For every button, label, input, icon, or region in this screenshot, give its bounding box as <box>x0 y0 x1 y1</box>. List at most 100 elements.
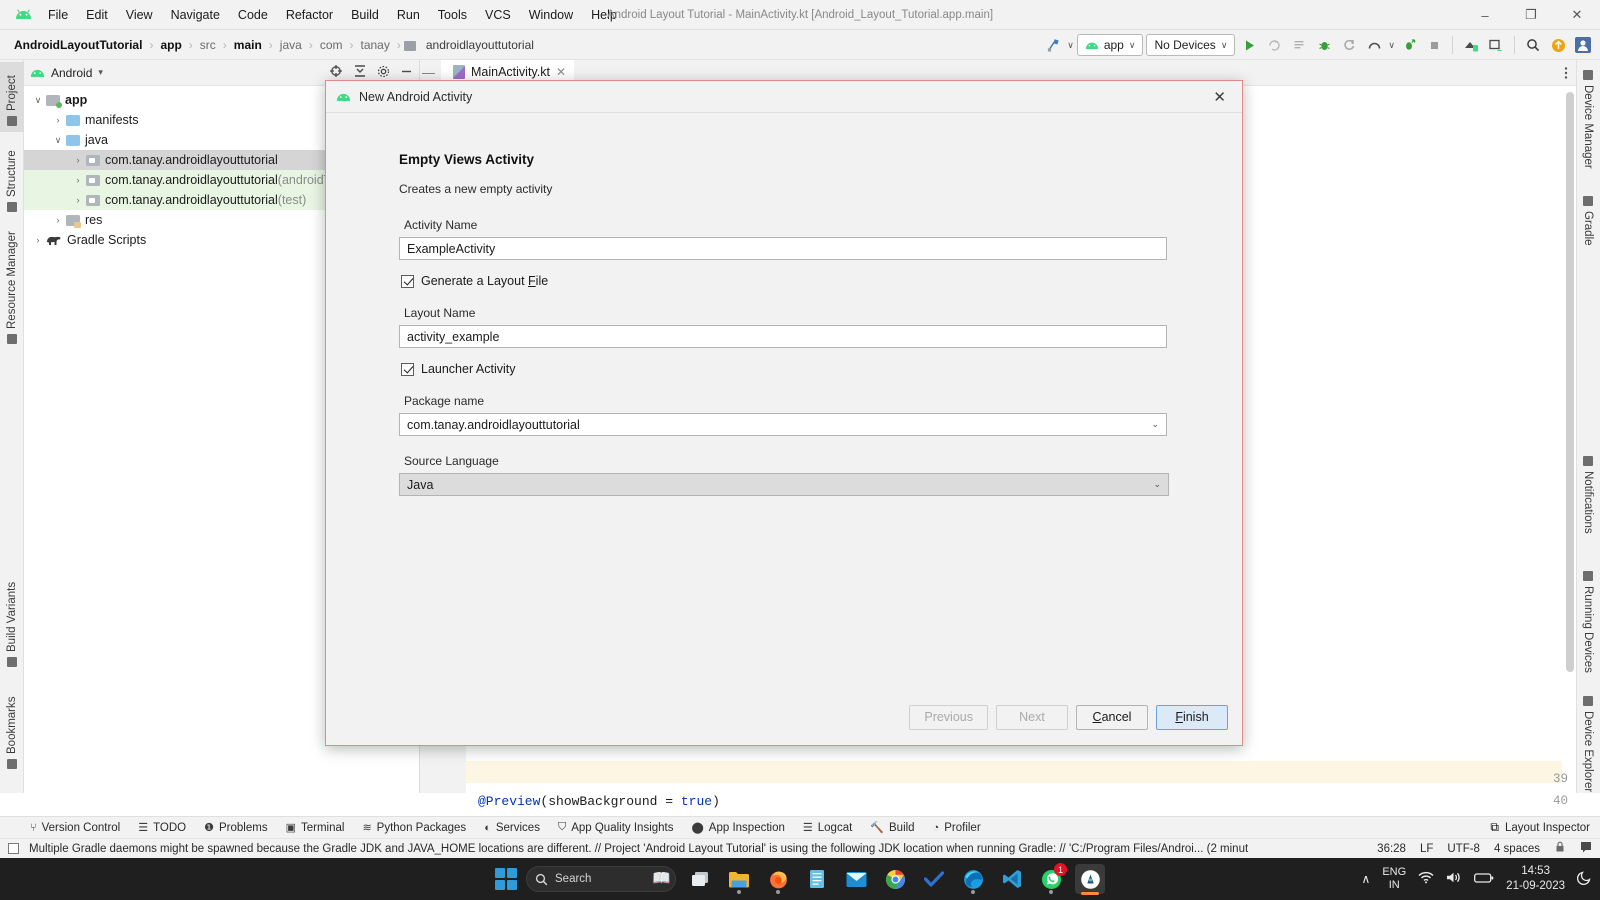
attach-debugger-icon[interactable] <box>1338 34 1360 56</box>
activity-name-input[interactable]: ExampleActivity <box>399 237 1167 260</box>
bottom-item-logcat[interactable]: ☰ Logcat <box>803 821 852 835</box>
breadcrumb-app[interactable]: app <box>156 37 185 53</box>
start-button-icon[interactable] <box>495 868 517 890</box>
profile-icon[interactable] <box>1363 34 1385 56</box>
task-view-icon[interactable] <box>685 864 715 894</box>
todo-icon[interactable] <box>919 864 949 894</box>
bottom-item-problems[interactable]: ❶ Problems <box>204 821 267 835</box>
menu-item-tools[interactable]: Tools <box>436 6 469 24</box>
encoding[interactable]: UTF-8 <box>1447 843 1480 855</box>
sidebar-item-notifications[interactable]: Notifications <box>1576 450 1600 560</box>
previous-button[interactable]: Previous <box>909 704 988 730</box>
chrome-icon[interactable] <box>880 864 910 894</box>
run-icon[interactable] <box>1238 34 1260 56</box>
maximize-icon[interactable]: ❐ <box>1508 0 1554 30</box>
taskbar-search[interactable]: Search 📖 <box>526 866 676 892</box>
next-button[interactable]: Next <box>996 704 1068 730</box>
breadcrumb-tanay[interactable]: tanay <box>356 37 393 53</box>
menu-item-help[interactable]: Help <box>589 6 619 24</box>
cancel-button[interactable]: Cancel <box>1076 704 1148 730</box>
menu-item-window[interactable]: Window <box>527 6 575 24</box>
chevron-right-icon[interactable]: › <box>70 175 86 185</box>
bottom-item-terminal[interactable]: ▣ Terminal <box>286 821 345 835</box>
launcher-activity-checkbox[interactable] <box>401 362 414 376</box>
bottom-item-version-control[interactable]: ⑂ Version Control <box>30 822 120 834</box>
vscode-icon[interactable] <box>997 864 1027 894</box>
sidebar-item-gradle[interactable]: Gradle <box>1576 190 1600 262</box>
chevron-right-icon[interactable]: › <box>70 155 86 165</box>
close-tab-icon[interactable]: ✕ <box>556 65 566 79</box>
chevron-right-icon[interactable]: › <box>70 195 86 205</box>
search-everywhere-icon[interactable] <box>1522 34 1544 56</box>
sidebar-item-bookmarks[interactable]: Bookmarks <box>0 687 24 775</box>
menu-item-file[interactable]: File <box>46 6 70 24</box>
menu-item-view[interactable]: View <box>124 6 155 24</box>
profile-caret-icon[interactable]: ∨ <box>1388 40 1395 51</box>
bottom-item-profiler[interactable]: ◔ Profiler <box>933 822 981 834</box>
menu-item-edit[interactable]: Edit <box>84 6 110 24</box>
bottom-item-services[interactable]: ◐ Services <box>484 822 540 834</box>
line-separator[interactable]: LF <box>1420 843 1433 855</box>
sync-project-icon[interactable] <box>1042 34 1064 56</box>
menu-item-refactor[interactable]: Refactor <box>284 6 335 24</box>
source-language-combo[interactable]: Java ⌄ <box>399 473 1169 496</box>
editor-scrollbar-thumb[interactable] <box>1566 92 1574 672</box>
breadcrumb-main[interactable]: main <box>230 37 266 53</box>
sidebar-item-device-explorer[interactable]: Device Explorer <box>1576 690 1600 808</box>
menu-item-build[interactable]: Build <box>349 6 381 24</box>
breadcrumb-src[interactable]: src <box>196 37 220 53</box>
event-log-icon[interactable] <box>1580 841 1592 856</box>
bottom-item-build[interactable]: 🔨 Build <box>870 821 914 835</box>
file-explorer-icon[interactable] <box>724 864 754 894</box>
status-message[interactable]: Multiple Gradle daemons might be spawned… <box>29 843 1248 855</box>
menu-item-navigate[interactable]: Navigate <box>169 6 222 24</box>
apply-changes-icon[interactable] <box>1263 34 1285 56</box>
firefox-icon[interactable] <box>763 864 793 894</box>
breadcrumb-java[interactable]: java <box>276 37 306 53</box>
select-opened-file-icon[interactable] <box>329 64 343 81</box>
bottom-item-todo[interactable]: ☰ TODO <box>138 821 186 835</box>
layout-name-input[interactable]: activity_example <box>399 325 1167 348</box>
device-selector[interactable]: No Devices ∨ <box>1146 34 1236 56</box>
sidebar-item-project[interactable]: Project <box>0 62 24 132</box>
hide-editor-icon[interactable]: — <box>420 65 441 80</box>
whatsapp-icon[interactable]: 1 <box>1036 863 1067 894</box>
edge-icon[interactable] <box>958 864 988 894</box>
sidebar-item-resource-manager[interactable]: Resource Manager <box>0 225 24 350</box>
chevron-down-icon[interactable]: ▾ <box>98 67 103 78</box>
breadcrumb-androidlayouttutorial[interactable]: androidlayouttutorial <box>422 37 538 53</box>
package-name-combo[interactable]: com.tanay.androidlayouttutorial ⌄ <box>399 413 1167 436</box>
dialog-close-icon[interactable]: ✕ <box>1207 86 1232 108</box>
wifi-icon[interactable] <box>1418 871 1434 887</box>
generate-layout-checkbox[interactable] <box>401 274 414 288</box>
menu-item-vcs[interactable]: VCS <box>483 6 513 24</box>
language-indicator[interactable]: ENG IN <box>1382 866 1406 892</box>
device-mirroring-icon[interactable] <box>1460 34 1482 56</box>
collapse-all-icon[interactable] <box>353 64 367 81</box>
chevron-right-icon[interactable]: › <box>50 215 66 225</box>
bottom-item-python-packages[interactable]: ≋ Python Packages <box>362 821 466 835</box>
finish-button[interactable]: Finish <box>1156 704 1228 730</box>
sidebar-item-build-variants[interactable]: Build Variants <box>0 573 24 673</box>
do-not-disturb-icon[interactable] <box>1576 870 1592 888</box>
notepad-icon[interactable] <box>802 864 832 894</box>
launcher-activity-checkbox-row[interactable]: Launcher Activity <box>401 362 1167 376</box>
battery-icon[interactable] <box>1474 872 1494 887</box>
minimize-icon[interactable]: – <box>1462 0 1508 30</box>
update-available-icon[interactable] <box>1547 34 1569 56</box>
mail-icon[interactable] <box>841 864 871 894</box>
breadcrumb-com[interactable]: com <box>316 37 347 53</box>
sync-caret-icon[interactable]: ∨ <box>1067 40 1074 51</box>
chevron-down-icon[interactable]: ∨ <box>50 135 66 146</box>
indent-setting[interactable]: 4 spaces <box>1494 843 1540 855</box>
menu-item-run[interactable]: Run <box>395 6 422 24</box>
user-account-icon[interactable] <box>1572 34 1594 56</box>
chevron-down-icon[interactable]: ∨ <box>30 95 46 106</box>
menu-item-code[interactable]: Code <box>236 6 270 24</box>
lock-icon[interactable] <box>1554 841 1566 856</box>
android-studio-icon[interactable] <box>1075 864 1105 895</box>
clock[interactable]: 14:53 21-09-2023 <box>1506 864 1565 894</box>
debug-icon[interactable] <box>1313 34 1335 56</box>
chevron-right-icon[interactable]: › <box>50 115 66 125</box>
editor-tab-more-icon[interactable] <box>1564 66 1576 80</box>
